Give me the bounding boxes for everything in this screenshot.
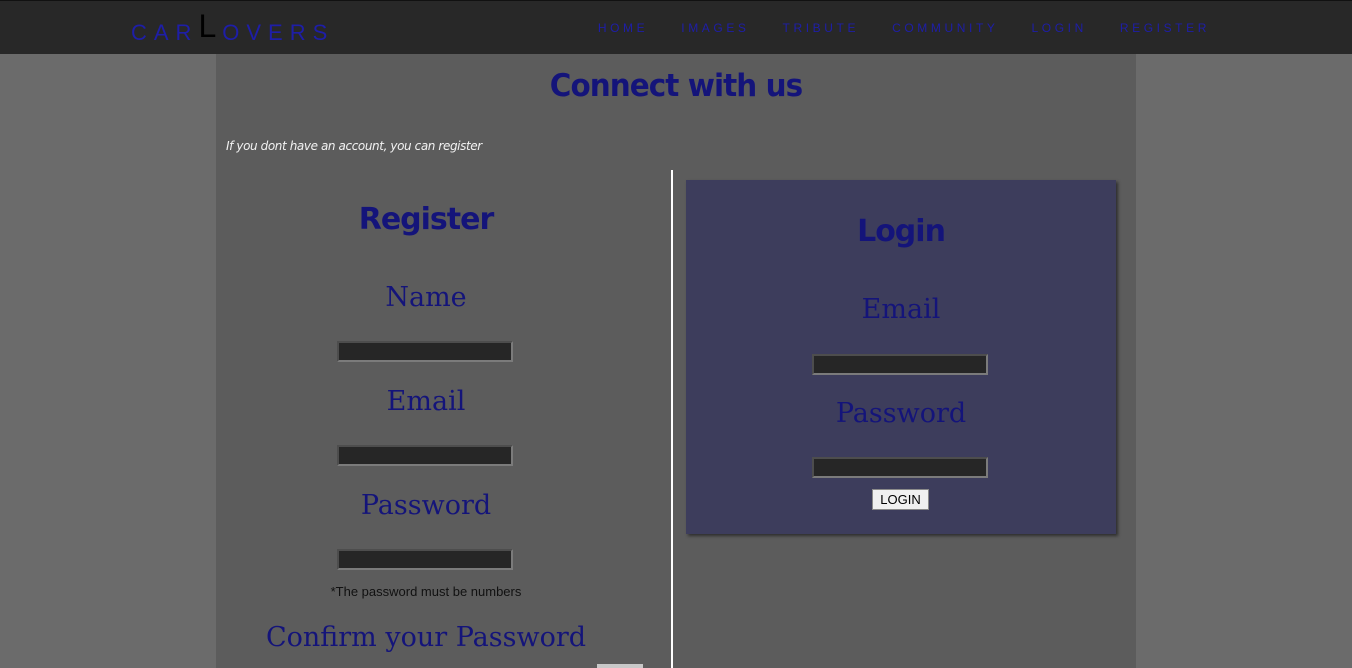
logo-big-letter: L [198, 8, 223, 44]
login-panel: Login Email Password LOGIN [686, 180, 1116, 534]
name-label: Name [385, 282, 467, 313]
login-password-label: Password [835, 398, 967, 429]
logo-suffix: OVERS [222, 20, 335, 45]
nav-home-link[interactable]: HOME [598, 21, 648, 35]
nav-register-link[interactable]: REGISTER [1120, 21, 1210, 35]
register-email-input[interactable] [337, 445, 513, 466]
main-content: Connect with us If you dont have an acco… [216, 54, 1136, 668]
register-email-label: Email [386, 386, 466, 417]
page-title: Connect with us [549, 68, 803, 104]
nav-tribute-link[interactable]: TRIBUTE [783, 21, 860, 35]
login-button[interactable]: LOGIN [872, 489, 929, 510]
login-email-input[interactable] [812, 354, 988, 375]
intro-text: If you dont have an account, you can reg… [226, 139, 482, 153]
confirm-password-label: Confirm your Password [265, 622, 587, 653]
nav-images-link[interactable]: IMAGES [681, 21, 749, 35]
nav-login-link[interactable]: LOGIN [1032, 21, 1087, 35]
site-logo[interactable]: CARLOVERS [131, 10, 335, 47]
main-nav: HOME IMAGES TRIBUTE COMMUNITY LOGIN REGI… [598, 21, 1210, 35]
register-password-label: Password [360, 490, 492, 521]
login-password-input[interactable] [812, 457, 988, 478]
register-password-input[interactable] [337, 549, 513, 570]
nav-community-link[interactable]: COMMUNITY [892, 21, 998, 35]
register-title: Register [358, 202, 495, 237]
logo-prefix: CAR [131, 20, 199, 45]
login-email-label: Email [861, 294, 941, 325]
top-navbar: CARLOVERS HOME IMAGES TRIBUTE COMMUNITY … [0, 0, 1352, 54]
password-hint: *The password must be numbers [330, 584, 522, 599]
login-title: Login [857, 214, 946, 249]
horizontal-scrollbar-thumb[interactable] [597, 664, 643, 668]
register-name-input[interactable] [337, 341, 513, 362]
section-divider [671, 170, 673, 668]
